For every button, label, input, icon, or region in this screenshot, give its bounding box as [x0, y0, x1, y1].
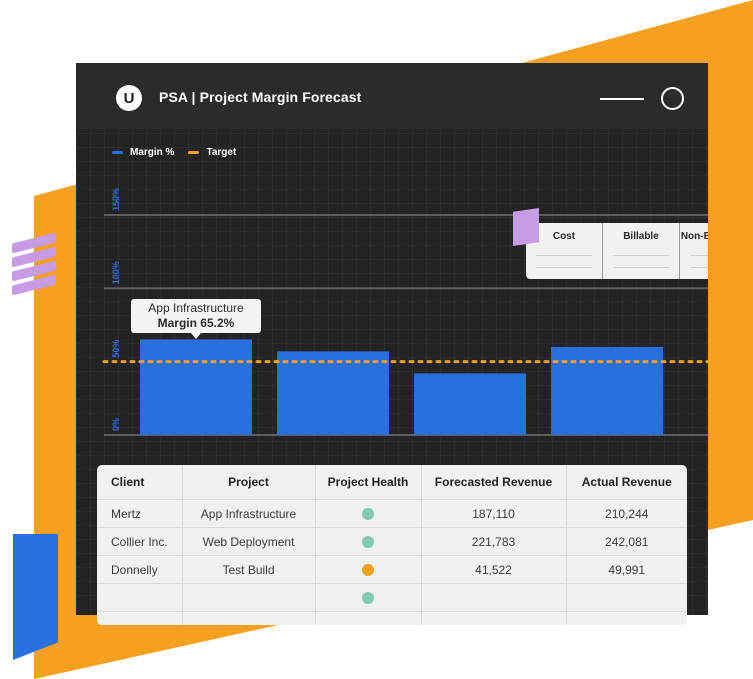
non-billable-placeholder-line: [690, 267, 708, 268]
table-row[interactable]: [97, 611, 687, 625]
projects-table-grid: Client Project Project Health Forecasted…: [97, 465, 687, 625]
forecasted-revenue-cell: [421, 583, 567, 612]
billable-column-header: Billable: [623, 231, 659, 242]
column-header-project-health[interactable]: Project Health: [315, 465, 422, 500]
client-cell: Collier Inc.: [97, 527, 183, 556]
actual-revenue-cell: 242,081: [566, 527, 687, 556]
column-header-client[interactable]: Client: [97, 465, 183, 500]
client-cell: Mertz: [97, 499, 183, 528]
cost-placeholder-line: [536, 267, 592, 268]
project-cell: App Infrastructure: [182, 499, 316, 528]
actual-revenue-cell: 210,244: [566, 499, 687, 528]
legend-label-target: Target: [206, 147, 237, 158]
tooltip-value: Margin 65.2%: [157, 316, 235, 330]
health-status-dot: [362, 592, 374, 605]
legend-swatch-margin: [112, 151, 123, 154]
non-billable-column[interactable]: Non-Billable: [680, 223, 708, 279]
health-cell: [315, 555, 422, 584]
forecasted-revenue-cell: [421, 611, 567, 625]
project-cell: [182, 611, 316, 625]
actual-revenue-cell: 49,991: [566, 555, 687, 584]
table-body: Mertz App Infrastructure 187,110 210,244 Col…: [97, 499, 687, 625]
column-header-project[interactable]: Project: [182, 465, 316, 500]
client-cell: [97, 583, 183, 612]
table-row[interactable]: [97, 583, 687, 612]
forecasted-revenue-cell: 221,783: [421, 527, 567, 556]
tooltip-title: App Infrastructure: [148, 301, 244, 315]
forecasted-revenue-cell: 187,110: [421, 499, 567, 528]
project-cell: Test Build: [182, 555, 316, 584]
table-row[interactable]: Mertz App Infrastructure 187,110 210,244: [97, 499, 687, 528]
chart-legend: Margin % Target: [112, 147, 236, 158]
billable-column[interactable]: Billable: [603, 223, 680, 279]
column-header-forecasted-revenue[interactable]: Forecasted Revenue: [421, 465, 567, 500]
y-tick-label: 0%: [111, 418, 121, 431]
cost-breakdown-card: Cost Billable Non-Billable: [526, 223, 708, 279]
legend-item-target: Target: [188, 147, 236, 158]
project-cell: [182, 583, 316, 612]
health-cell: [315, 527, 422, 556]
health-cell: [315, 583, 422, 612]
actual-revenue-cell: [566, 611, 687, 625]
health-cell: [315, 611, 422, 625]
legend-label-margin: Margin %: [130, 147, 175, 158]
bar-margin: [414, 373, 526, 435]
legend-item-margin: Margin %: [112, 147, 174, 158]
table-row[interactable]: Donnelly Test Build 41,522 49,991: [97, 555, 687, 584]
legend-swatch-target: [188, 151, 200, 154]
tooltip-arrow: [191, 333, 201, 339]
decorative-flag: [513, 208, 539, 246]
health-status-dot: [362, 564, 374, 577]
y-tick-label: 150%: [111, 188, 121, 211]
projects-table: Client Project Project Health Forecasted…: [97, 465, 687, 625]
health-status-dot: [362, 536, 374, 549]
non-billable-placeholder-line: [690, 255, 708, 256]
y-tick-label: 50%: [111, 340, 121, 358]
cost-placeholder-line: [536, 255, 592, 256]
health-status-dot: [362, 508, 374, 521]
billable-placeholder-line: [613, 255, 669, 256]
bar-margin: [277, 351, 389, 435]
non-billable-column-header: Non-Billable: [680, 231, 708, 242]
billable-placeholder-line: [613, 267, 669, 268]
bar-tooltip: App Infrastructure Margin 65.2%: [131, 299, 261, 333]
client-cell: [97, 611, 183, 625]
bar-margin: [140, 339, 252, 435]
project-cell: Web Deployment: [182, 527, 316, 556]
table-header-row: Client Project Project Health Forecasted…: [97, 465, 687, 500]
health-cell: [315, 499, 422, 528]
actual-revenue-cell: [566, 583, 687, 612]
column-header-actual-revenue[interactable]: Actual Revenue: [566, 465, 687, 500]
client-cell: Donnelly: [97, 555, 183, 584]
table-row[interactable]: Collier Inc. Web Deployment 221,783 242,081: [97, 527, 687, 556]
decorative-blue-block: [13, 534, 58, 660]
forecasted-revenue-cell: 41,522: [421, 555, 567, 584]
y-tick-label: 100%: [111, 261, 121, 284]
